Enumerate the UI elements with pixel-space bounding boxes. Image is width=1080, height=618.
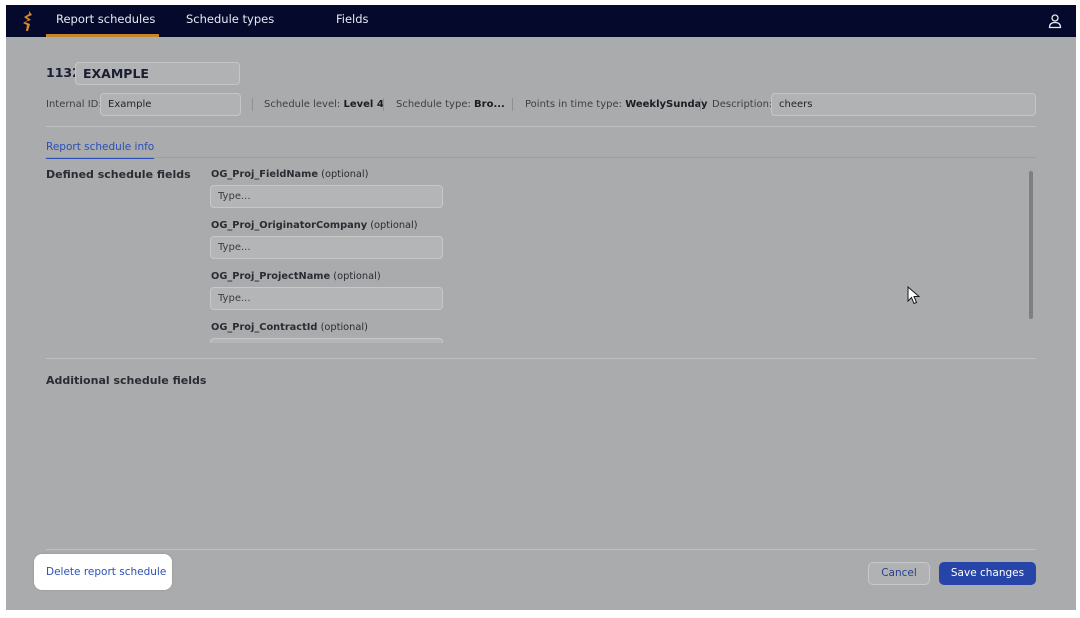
field-name: OG_Proj_OriginatorCompany <box>211 220 368 231</box>
field-optional: (optional) <box>370 220 418 231</box>
field-label: OG_Proj_FieldName (optional) <box>211 169 368 180</box>
field-label: OG_Proj_ContractId (optional) <box>211 322 368 333</box>
field-clip <box>210 338 443 343</box>
schedule-type: Schedule type: Bro... <box>396 93 505 116</box>
description-label: Description: <box>712 99 773 110</box>
description-input[interactable]: cheers <box>771 93 1036 116</box>
field-name: OG_Proj_FieldName <box>211 169 318 180</box>
scrollbar[interactable] <box>1029 171 1033 319</box>
schedule-level-value: Level 4 <box>343 99 384 110</box>
divider <box>46 358 1036 359</box>
record-name-input[interactable]: EXAMPLE <box>75 62 240 85</box>
internal-id-input[interactable]: Example <box>100 93 241 116</box>
points-in-time: Points in time type: WeeklySunday <box>525 93 708 116</box>
divider <box>700 98 701 111</box>
divider <box>383 98 384 111</box>
defined-fields-title: Defined schedule fields <box>46 168 191 181</box>
delete-report-schedule-button[interactable]: Delete report schedule <box>46 566 166 578</box>
field-name: OG_Proj_ProjectName <box>211 271 331 282</box>
internal-id-label: Internal ID: <box>46 99 102 110</box>
field-optional: (optional) <box>320 322 368 333</box>
tab-underline <box>46 157 1036 158</box>
top-nav: Report schedules Schedule types Fields <box>6 5 1076 37</box>
schedule-level-label: Schedule level: <box>264 99 341 110</box>
app-window: Report schedules Schedule types Fields 1… <box>6 5 1076 610</box>
additional-fields-title: Additional schedule fields <box>46 374 207 387</box>
tab-report-schedules[interactable]: Report schedules <box>46 5 159 37</box>
field-optional: (optional) <box>321 169 369 180</box>
points-value: WeeklySunday <box>625 99 708 110</box>
field-label: OG_Proj_OriginatorCompany (optional) <box>211 220 418 231</box>
tab-fields[interactable]: Fields <box>336 5 369 37</box>
divider <box>46 549 1036 550</box>
field-label: OG_Proj_ProjectName (optional) <box>211 271 381 282</box>
schedule-type-value: Bro... <box>474 99 505 110</box>
points-label: Points in time type: <box>525 99 622 110</box>
field-input-originator-company[interactable]: Type... <box>210 236 443 259</box>
field-optional: (optional) <box>333 271 381 282</box>
field-input-project-name[interactable]: Type... <box>210 287 443 310</box>
field-name: OG_Proj_ContractId <box>211 322 318 333</box>
field-input-fieldname[interactable]: Type... <box>210 185 443 208</box>
schedule-level: Schedule level: Level 4 <box>264 93 384 116</box>
user-icon[interactable] <box>1048 13 1062 29</box>
brand-logo-icon[interactable] <box>21 10 37 32</box>
cancel-button[interactable]: Cancel <box>868 562 930 585</box>
mouse-cursor-icon <box>907 286 921 305</box>
divider <box>512 98 513 111</box>
divider <box>46 126 1036 127</box>
tab-schedule-types[interactable]: Schedule types <box>186 5 274 37</box>
field-input-contract-id[interactable] <box>210 338 443 343</box>
schedule-type-label: Schedule type: <box>396 99 471 110</box>
divider <box>252 98 253 111</box>
save-changes-button[interactable]: Save changes <box>939 562 1036 585</box>
